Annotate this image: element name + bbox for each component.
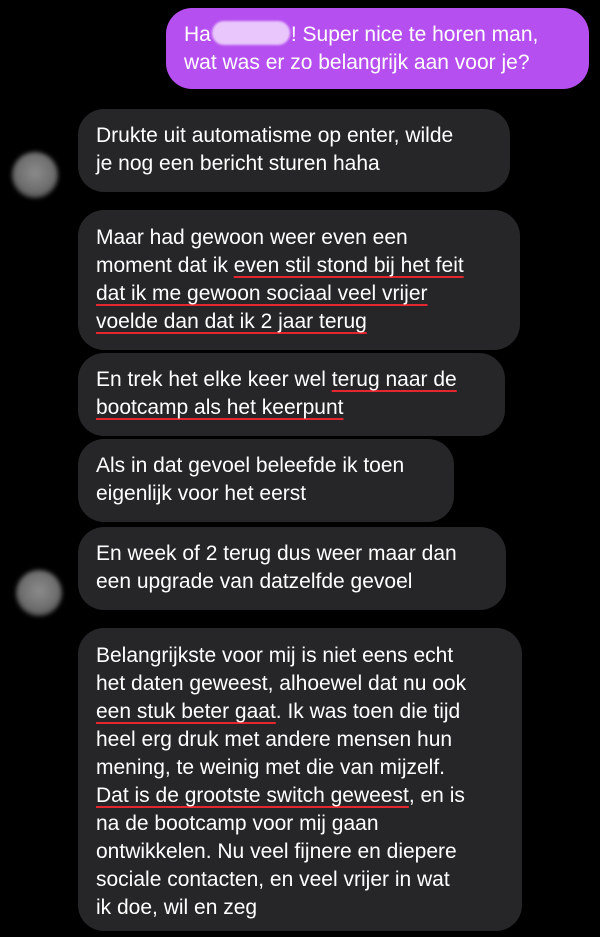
- message-line: En trek het elke keer wel terug naar de: [96, 366, 487, 394]
- spellcheck-underlined-text: een stuk beter gaat: [96, 700, 276, 723]
- spellcheck-underlined-text: even stil stond bij het feit: [233, 254, 464, 277]
- message-line: het daten geweest, alhoewel dat nu ook: [96, 672, 467, 695]
- message-line: wat was er zo belangrijk aan voor je?: [184, 51, 530, 74]
- message-line: Dat is de grootste switch geweest, en is: [96, 782, 504, 810]
- message-line: Drukte uit automatisme op enter, wilde: [96, 124, 454, 147]
- message-text: , en is: [408, 784, 465, 807]
- incoming-message[interactable]: Als in dat gevoel beleefde ik toen eigen…: [78, 439, 454, 522]
- message-line: je nog een bericht sturen haha: [96, 152, 380, 175]
- outgoing-message[interactable]: Ha ! Super nice te horen man, wat was er …: [166, 8, 589, 89]
- contact-avatar[interactable]: [16, 570, 62, 616]
- message-text: . Ik was toen die tijd: [275, 700, 461, 723]
- message-line: een stuk beter gaat. Ik was toen die tij…: [96, 698, 504, 726]
- message-line: ontwikkelen. Nu veel fijnere en diepere: [96, 840, 457, 863]
- message-line: sociale contacten, en veel vrijer in wat: [96, 868, 450, 891]
- message-line: Maar had gewoon weer even een: [96, 226, 408, 249]
- message-line: bootcamp als het keerpunt: [96, 396, 344, 419]
- message-line: na de bootcamp voor mij gaan: [96, 812, 379, 835]
- spellcheck-underlined-text: terug naar de: [331, 368, 457, 391]
- message-text: moment dat ik: [96, 254, 234, 277]
- message-line: een upgrade van datzelfde gevoel: [96, 570, 413, 593]
- message-text: ! Super nice te horen man,: [290, 23, 539, 46]
- message-line: moment dat ik even stil stond bij het fe…: [96, 252, 502, 280]
- incoming-message[interactable]: En week of 2 terug dus weer maar dan een…: [78, 527, 506, 610]
- incoming-message[interactable]: Belangrijkste voor mij is niet eens echt…: [78, 628, 522, 931]
- message-line: eigenlijk voor het eerst: [96, 482, 307, 505]
- message-line: Ha ! Super nice te horen man,: [184, 21, 571, 49]
- message-text: En trek het elke keer wel: [96, 368, 332, 391]
- message-line: Belangrijkste voor mij is niet eens echt: [96, 644, 454, 667]
- message-line: heel erg druk met andere mensen hun: [96, 728, 453, 751]
- message-line: mening, te weinig met die van mijzelf.: [96, 756, 445, 779]
- incoming-message[interactable]: Drukte uit automatisme op enter, wilde j…: [78, 109, 510, 192]
- contact-avatar[interactable]: [12, 152, 58, 198]
- incoming-message[interactable]: Maar had gewoon weer even een moment dat…: [78, 210, 520, 350]
- message-line: dat ik me gewoon sociaal veel vrijer: [96, 282, 428, 305]
- message-text: Ha: [184, 23, 211, 46]
- redacted-name: [211, 21, 290, 45]
- chat-thread[interactable]: Ha ! Super nice te horen man, wat was er …: [0, 0, 600, 937]
- spellcheck-underlined-text: Dat is de grootste switch geweest: [96, 784, 409, 807]
- message-line: En week of 2 terug dus weer maar dan: [96, 542, 457, 565]
- message-line: Als in dat gevoel beleefde ik toen: [96, 454, 405, 477]
- message-line: ik doe, wil en zeg: [96, 896, 258, 919]
- message-line: voelde dan dat ik 2 jaar terug: [96, 310, 367, 333]
- incoming-message[interactable]: En trek het elke keer wel terug naar de …: [78, 353, 505, 436]
